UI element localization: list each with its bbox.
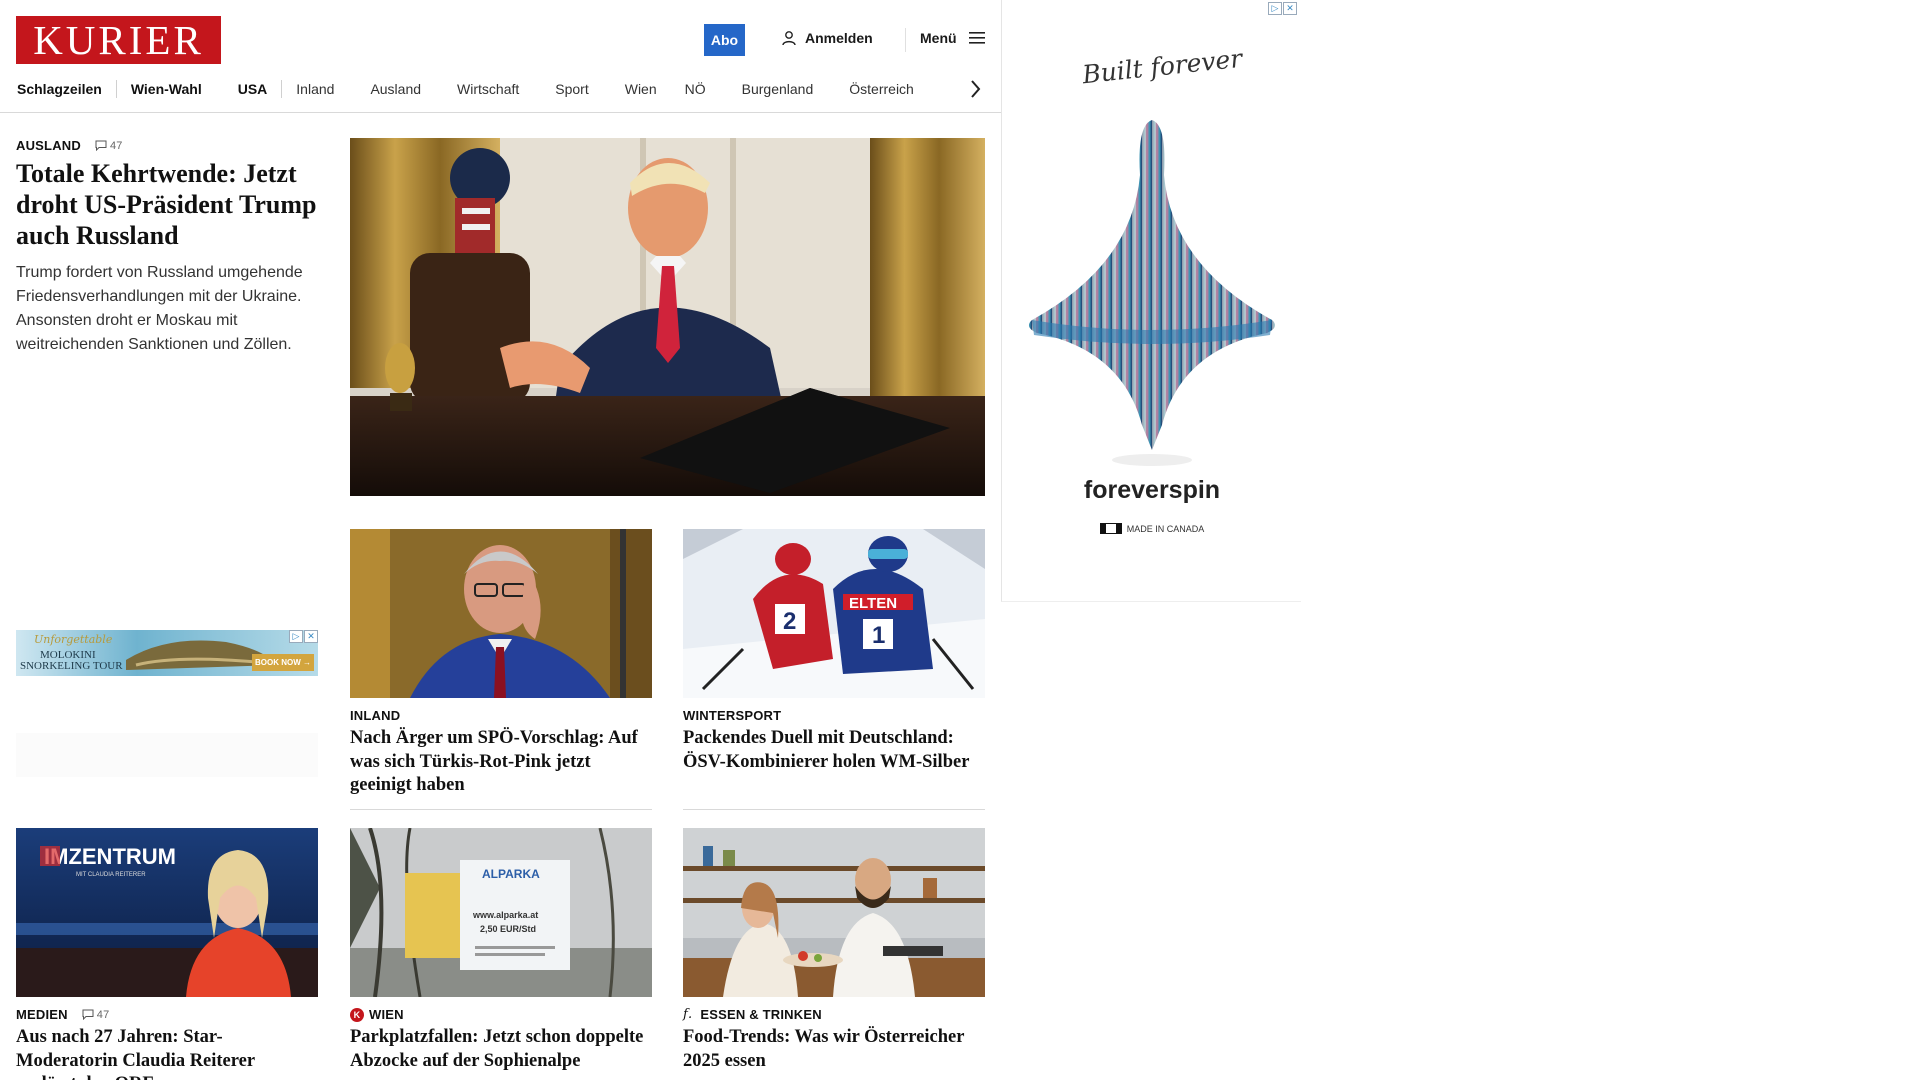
chevron-right-icon[interactable] bbox=[968, 78, 982, 100]
card-headline[interactable]: Parkplatzfallen: Jetzt schon doppelte Ab… bbox=[350, 1026, 652, 1073]
nav-item-noe[interactable]: NÖ bbox=[685, 81, 706, 97]
nav-item-ausland[interactable]: Ausland bbox=[370, 81, 421, 97]
book-now-button[interactable]: BOOK NOW → bbox=[252, 654, 314, 671]
comment-icon bbox=[95, 140, 107, 151]
site-header: KURIER Abo Anmelden Menü Schlagzeilen Wi… bbox=[0, 0, 1005, 113]
card-headline[interactable]: Nach Ärger um SPÖ-Vorschlag: Auf was sic… bbox=[350, 727, 652, 798]
lead-category: AUSLAND bbox=[16, 138, 81, 153]
ad-made-in: MADE IN CANADA bbox=[1126, 523, 1205, 534]
lead-headline[interactable]: Totale Kehrtwende: Jetzt droht US-Präsid… bbox=[16, 158, 321, 251]
lead-image[interactable] bbox=[350, 138, 985, 496]
card-category: MEDIEN bbox=[16, 1007, 68, 1022]
lead-comment-count: 47 bbox=[109, 139, 123, 152]
card-divider bbox=[350, 809, 652, 810]
nav-item-schlagzeilen[interactable]: Schlagzeilen bbox=[17, 81, 102, 97]
card-comments[interactable]: 47 bbox=[82, 1009, 110, 1021]
ad-brand-name: foreverspin bbox=[1083, 476, 1221, 504]
card-kicker[interactable]: INLAND bbox=[350, 708, 400, 723]
card-headline[interactable]: Packendes Duell mit Deutschland: ÖSV-Kom… bbox=[683, 727, 985, 774]
comment-icon bbox=[82, 1009, 94, 1020]
card-category: INLAND bbox=[350, 708, 401, 723]
ad-brand-sub: MADE IN CANADA bbox=[1002, 523, 1301, 534]
card-kicker[interactable]: K WIEN bbox=[350, 1007, 404, 1022]
nav-item-wirtschaft[interactable]: Wirtschaft bbox=[457, 81, 519, 97]
adchoices-icon[interactable]: ▷ bbox=[289, 630, 303, 643]
login-button[interactable]: Anmelden bbox=[781, 30, 873, 46]
show-logo-sub: MIT CLAUDIA REITERER bbox=[76, 872, 146, 878]
foreverspin-ad[interactable]: ▷ ✕ Built forever foreverspin MADE IN CA… bbox=[1001, 0, 1301, 602]
nav-item-sport[interactable]: Sport bbox=[555, 81, 588, 97]
card-category: WINTERSPORT bbox=[683, 708, 782, 723]
menu-label: Menü bbox=[920, 30, 957, 46]
card-divider bbox=[683, 809, 985, 810]
nav-item-oesterreich[interactable]: Österreich bbox=[849, 81, 914, 97]
bib-number-2: 2 bbox=[783, 608, 796, 635]
fork-icon: 𝑓. bbox=[683, 1007, 693, 1022]
ad-placeholder bbox=[16, 733, 318, 777]
ad-badge[interactable]: ▷ ✕ bbox=[1268, 2, 1297, 15]
nav-divider bbox=[115, 80, 117, 98]
login-label: Anmelden bbox=[805, 30, 873, 46]
nav-item-burgenland[interactable]: Burgenland bbox=[742, 81, 814, 97]
card-kicker[interactable]: WINTERSPORT bbox=[683, 708, 781, 723]
show-logo: IMZENTRUM bbox=[44, 844, 176, 869]
ad-line2: SNORKELING TOUR bbox=[20, 660, 123, 672]
card-category: WIEN bbox=[369, 1007, 404, 1022]
lead-teaser: Trump fordert von Russland umgehende Fri… bbox=[16, 264, 303, 353]
bib-sponsor: ELTEN bbox=[849, 595, 897, 612]
section-nav: Schlagzeilen Wien-Wahl USA Inland Auslan… bbox=[17, 78, 914, 100]
lead-kicker[interactable]: AUSLAND 47 bbox=[16, 138, 123, 153]
close-icon[interactable]: ✕ bbox=[304, 630, 318, 643]
card-image-inland[interactable] bbox=[350, 529, 652, 698]
close-icon[interactable]: ✕ bbox=[1283, 2, 1297, 15]
nav-item-usa[interactable]: USA bbox=[238, 81, 268, 97]
nav-item-wien[interactable]: Wien bbox=[625, 81, 657, 97]
sign-url: www.alparka.at bbox=[472, 910, 538, 920]
card-image-essen[interactable] bbox=[683, 828, 985, 997]
abo-button[interactable]: Abo bbox=[704, 24, 745, 56]
bib-number-1: 1 bbox=[872, 622, 885, 649]
card-image-medien[interactable]: IMZENTRUM MIT CLAUDIA REITERER bbox=[16, 828, 318, 997]
card-comment-count: 47 bbox=[96, 1008, 110, 1021]
card-image-wintersport[interactable]: 2 ELTEN 1 bbox=[683, 529, 985, 698]
snorkel-ad-banner[interactable]: Unforgettable MOLOKINI SNORKELING TOUR B… bbox=[16, 630, 318, 676]
adchoices-icon[interactable]: ▷ bbox=[1268, 2, 1282, 15]
nav-item-wien-wahl[interactable]: Wien-Wahl bbox=[131, 81, 202, 97]
user-icon bbox=[782, 31, 796, 46]
ad-script: Unforgettable bbox=[34, 633, 113, 646]
menu-button[interactable]: Menü bbox=[920, 30, 985, 46]
card-category: ESSEN & TRINKEN bbox=[700, 1007, 822, 1022]
card-kicker[interactable]: MEDIEN 47 bbox=[16, 1007, 109, 1022]
hamburger-icon bbox=[968, 32, 985, 44]
header-divider bbox=[905, 28, 906, 52]
nav-item-inland[interactable]: Inland bbox=[296, 81, 334, 97]
lead-comments[interactable]: 47 bbox=[95, 140, 123, 152]
ad-tagline: Built forever bbox=[1080, 43, 1244, 90]
card-kicker[interactable]: 𝑓. ESSEN & TRINKEN bbox=[683, 1007, 822, 1022]
sign-price: 2,50 EUR/Std bbox=[480, 924, 536, 934]
ad-badge[interactable]: ▷ ✕ bbox=[289, 630, 318, 643]
card-headline[interactable]: Aus nach 27 Jahren: Star-Moderatorin Cla… bbox=[16, 1026, 318, 1080]
k-plus-icon: K bbox=[350, 1007, 364, 1022]
card-headline[interactable]: Food-Trends: Was wir Österreicher 2025 e… bbox=[683, 1026, 985, 1073]
canada-flag-icon bbox=[1099, 523, 1122, 534]
sign-brand: ALPARKA bbox=[482, 867, 540, 881]
nav-divider bbox=[281, 80, 283, 98]
card-image-wien[interactable]: ALPARKA www.alparka.at 2,50 EUR/Std bbox=[350, 828, 652, 997]
spinning-top-graphic bbox=[1028, 120, 1276, 466]
kurier-logo[interactable]: KURIER bbox=[16, 16, 221, 64]
